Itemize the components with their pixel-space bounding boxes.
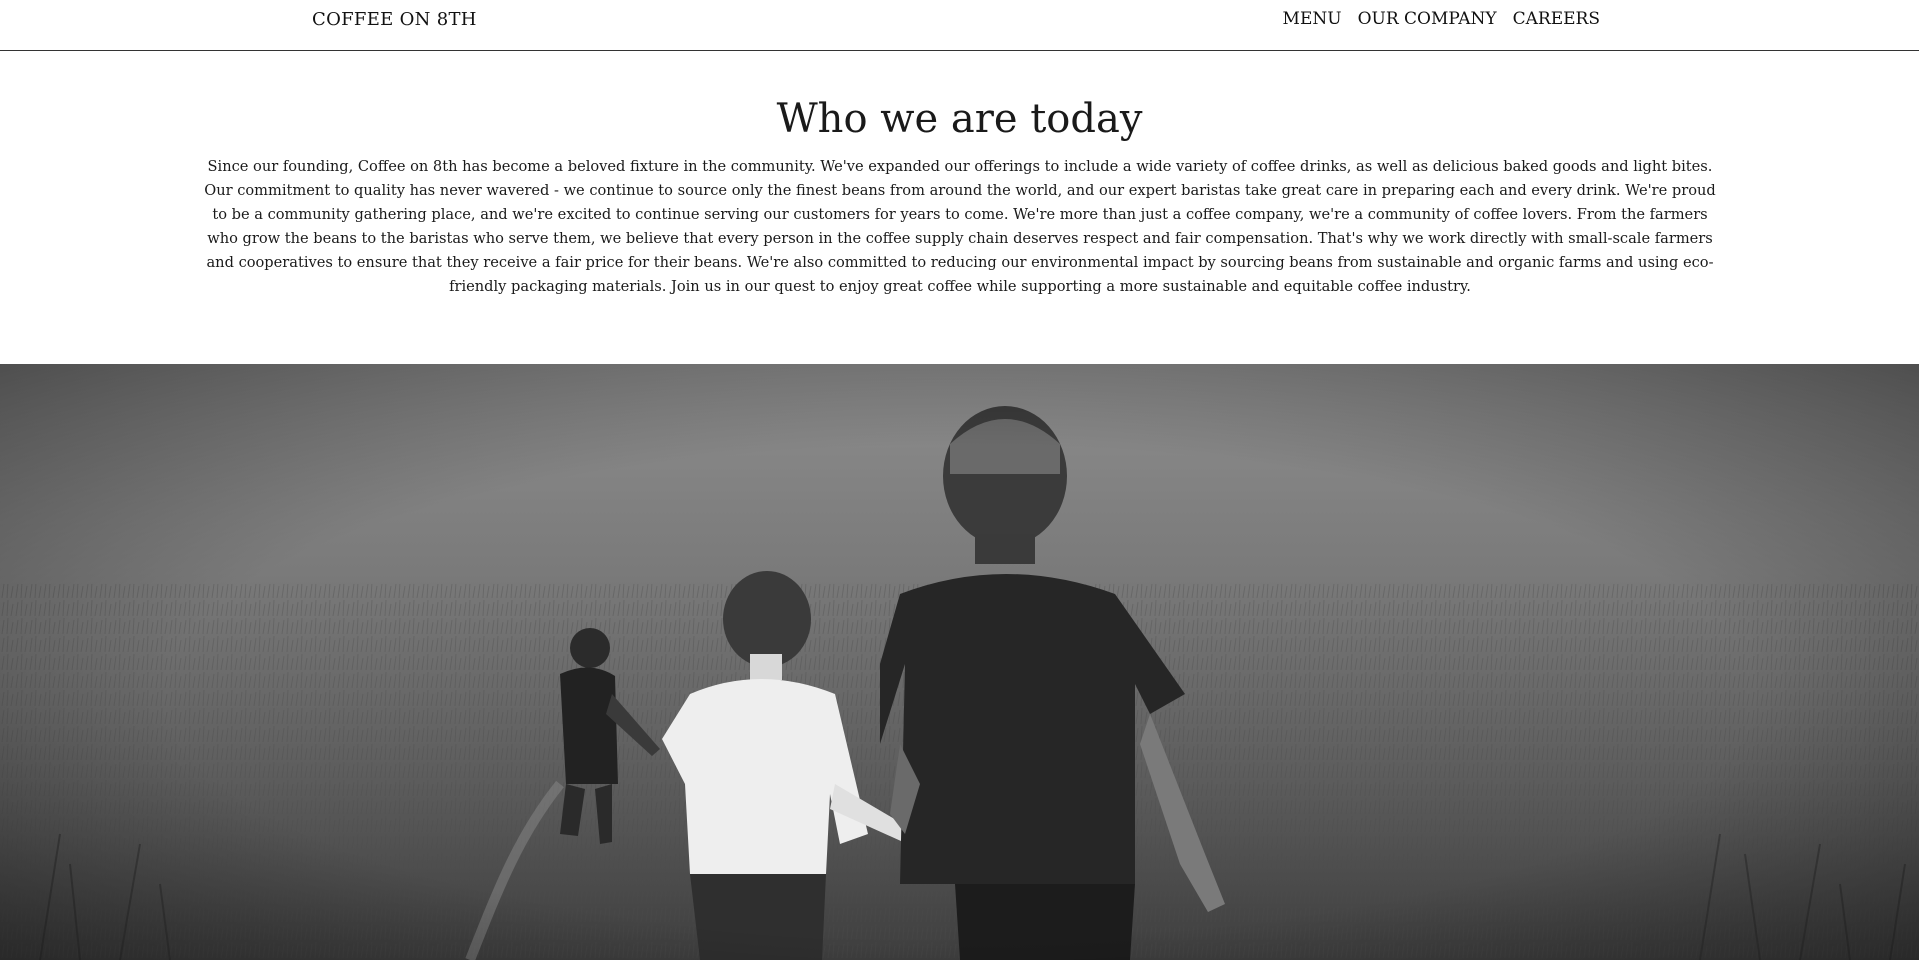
nav-item-menu[interactable]: MENU xyxy=(1283,9,1342,29)
section-title: Who we are today xyxy=(776,96,1143,142)
about-section: Who we are today Since our founding, Cof… xyxy=(0,51,1919,364)
main-nav: MENU OUR COMPANY CAREERS xyxy=(1283,9,1600,29)
children-in-field-photo xyxy=(0,364,1919,960)
brand-logo-link[interactable]: COFFEE ON 8TH xyxy=(312,9,477,30)
hero-image xyxy=(0,364,1919,960)
section-body: Since our founding, Coffee on 8th has be… xyxy=(204,158,1716,295)
nav-item-our-company[interactable]: OUR COMPANY xyxy=(1358,9,1497,29)
nav-item-careers[interactable]: CAREERS xyxy=(1513,9,1600,29)
site-header: COFFEE ON 8TH MENU OUR COMPANY CAREERS xyxy=(0,0,1919,51)
